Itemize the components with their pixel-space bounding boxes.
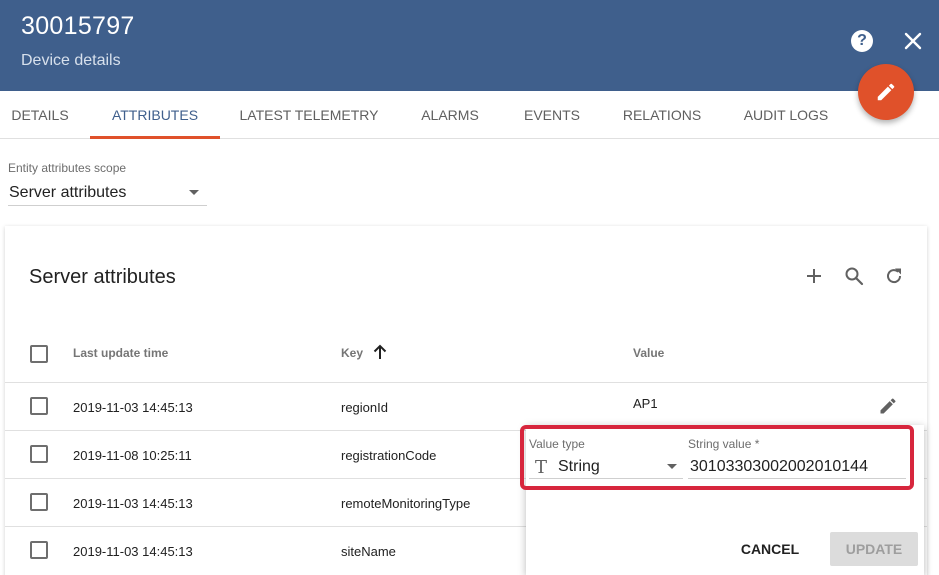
tab-audit-logs[interactable]: AUDIT LOGS: [736, 91, 836, 139]
row-time: 2019-11-03 14:45:13: [73, 496, 193, 511]
scope-select[interactable]: Server attributes: [8, 180, 207, 206]
row-checkbox[interactable]: [30, 541, 48, 559]
card-title: Server attributes: [29, 266, 176, 288]
value-type-label: Value type: [529, 437, 585, 451]
column-last-update[interactable]: Last update time: [73, 346, 168, 360]
dropdown-arrow-icon: [189, 190, 199, 195]
update-button[interactable]: UPDATE: [830, 532, 918, 566]
column-key[interactable]: Key: [341, 346, 363, 360]
value-type-select[interactable]: T String: [529, 455, 683, 479]
close-icon[interactable]: [902, 30, 924, 52]
search-icon[interactable]: [844, 266, 864, 286]
row-time: 2019-11-03 14:45:13: [73, 544, 193, 559]
cancel-button[interactable]: CANCEL: [732, 532, 808, 566]
row-key: siteName: [341, 544, 396, 559]
edit-icon: [877, 83, 895, 101]
edit-fab-button[interactable]: [858, 64, 914, 120]
help-icon[interactable]: ?: [851, 30, 873, 52]
text-type-icon: T: [535, 457, 548, 478]
active-tab-indicator: [90, 136, 220, 139]
row-key: regionId: [341, 400, 388, 415]
row-key: remoteMonitoringType: [341, 496, 471, 511]
row-value: AP1: [633, 396, 658, 411]
dropdown-arrow-icon: [667, 464, 677, 469]
row-checkbox[interactable]: [30, 397, 48, 415]
row-time: 2019-11-03 14:45:13: [73, 400, 193, 415]
edit-attribute-popup: Value type T String String value * 30103…: [526, 425, 924, 575]
scope-value: Server attributes: [9, 184, 127, 201]
details-header: 30015797 Device details ?: [0, 0, 939, 91]
add-icon[interactable]: [804, 266, 824, 286]
row-checkbox[interactable]: [30, 493, 48, 511]
column-value[interactable]: Value: [633, 346, 664, 360]
tab-attributes[interactable]: ATTRIBUTES: [90, 91, 220, 139]
tab-latest-telemetry[interactable]: LATEST TELEMETRY: [232, 91, 386, 139]
select-all-checkbox[interactable]: [30, 345, 48, 363]
tab-events[interactable]: EVENTS: [512, 91, 592, 139]
tab-details[interactable]: DETAILS: [0, 91, 80, 139]
refresh-icon[interactable]: [884, 266, 904, 286]
sort-arrow-up-icon[interactable]: [371, 343, 389, 361]
tab-bar: DETAILS ATTRIBUTES LATEST TELEMETRY ALAR…: [0, 91, 939, 139]
edit-row-icon[interactable]: [878, 396, 898, 416]
string-value-input[interactable]: 30103303002002010144: [688, 455, 906, 479]
entity-subtitle: Device details: [21, 52, 121, 69]
entity-title: 30015797: [21, 12, 135, 40]
row-key: registrationCode: [341, 448, 437, 463]
scope-label: Entity attributes scope: [8, 161, 127, 175]
tab-relations[interactable]: RELATIONS: [612, 91, 712, 139]
tab-alarms[interactable]: ALARMS: [410, 91, 490, 139]
value-type-value: String: [558, 458, 600, 475]
row-checkbox[interactable]: [30, 445, 48, 463]
table-row[interactable]: 2019-11-03 14:45:13 regionId AP1: [5, 383, 927, 431]
row-time: 2019-11-08 10:25:11: [73, 448, 192, 463]
string-value-label: String value *: [688, 437, 760, 451]
